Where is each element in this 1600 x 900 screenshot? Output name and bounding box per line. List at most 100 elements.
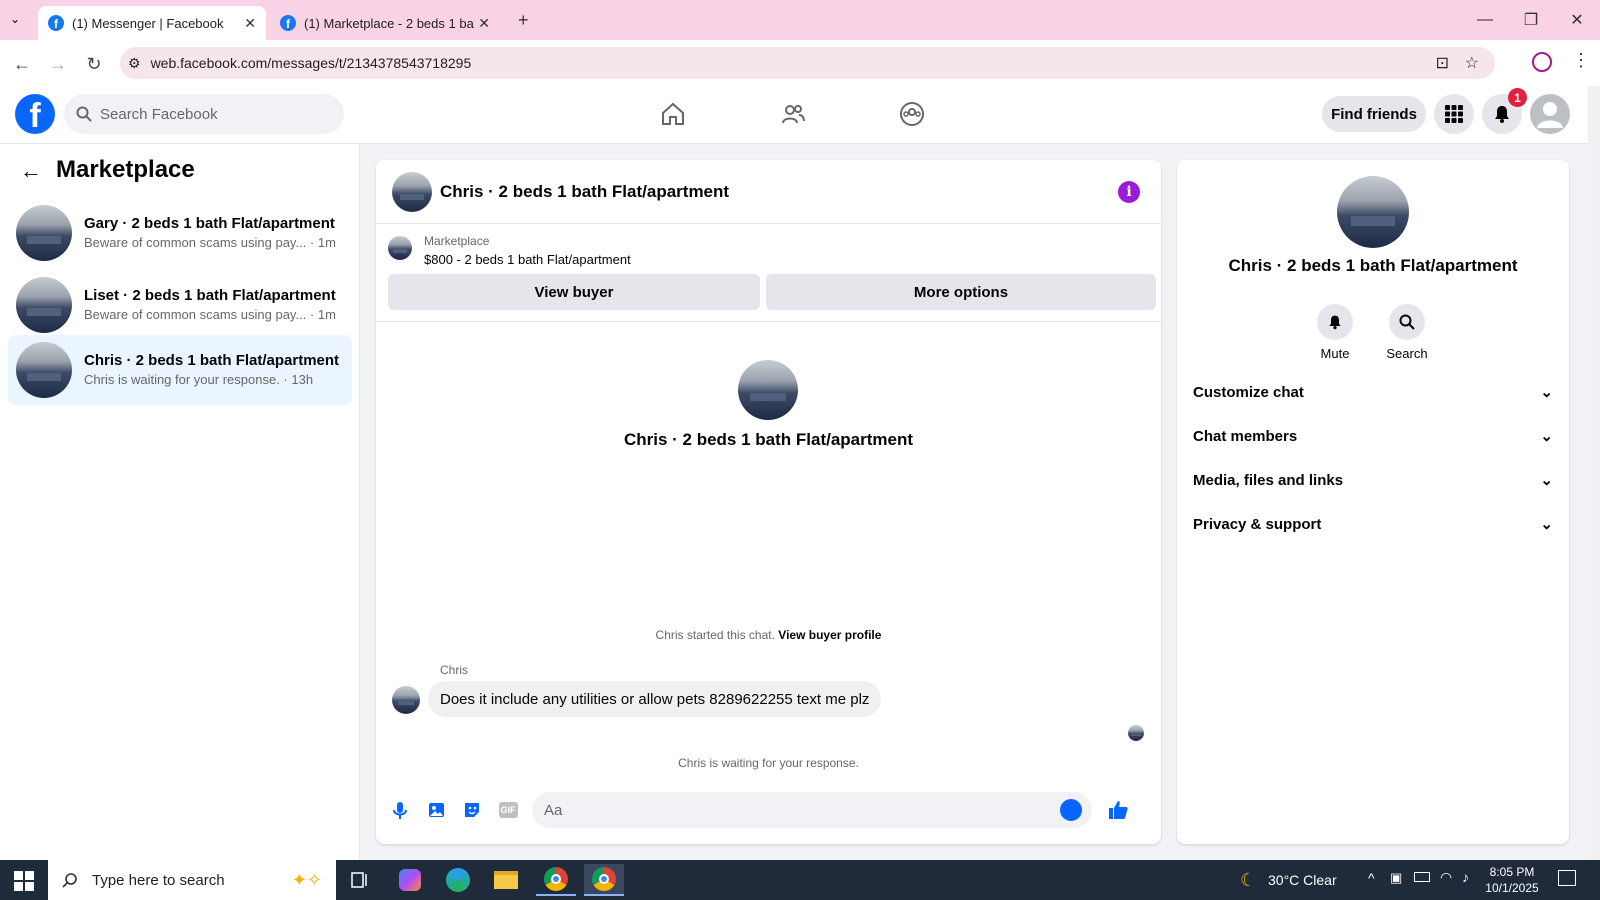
battery-icon[interactable] [1414,872,1430,882]
facebook-favicon-icon: f [48,15,64,31]
listing-thumbnail [16,342,72,398]
reload-icon[interactable]: ↻ [80,50,108,78]
message-composer: GIF Aa [376,780,1161,840]
account-avatar-icon[interactable] [1530,94,1570,134]
chrome-profile-icon[interactable] [584,864,624,896]
weather-text[interactable]: 30°C Clear [1268,872,1337,888]
view-buyer-profile-link[interactable]: View buyer profile [778,628,881,642]
chat-info-icon[interactable]: i [1118,181,1140,203]
close-tab-icon[interactable]: ✕ [244,15,256,32]
volume-icon[interactable]: ♪ [1462,869,1469,885]
chat-profile-image [738,360,798,420]
taskbar-search-placeholder: Type here to search [92,871,225,889]
site-info-icon[interactable]: ⚙ [128,55,141,72]
conversation-item-chris[interactable]: Chris · 2 beds 1 bath Flat/apartment Chr… [8,335,352,405]
tray-chevron-icon[interactable]: ^ [1368,870,1375,886]
new-tab-button[interactable]: + [518,10,529,31]
chevron-down-icon: ⌄ [1540,428,1553,445]
sticker-icon[interactable] [460,798,484,822]
close-window-icon[interactable]: ✕ [1554,0,1600,40]
marketplace-chat-list: ← Marketplace Gary · 2 beds 1 bath Flat/… [0,144,360,860]
media-files-links-section[interactable]: Media, files and links ⌄ [1193,460,1553,500]
wifi-icon[interactable]: ◠ [1440,869,1452,886]
groups-icon[interactable] [892,94,932,134]
friends-icon[interactable] [773,94,813,134]
clock-date: 10/1/2025 [1485,881,1539,895]
forward-icon[interactable]: → [44,50,72,78]
search-in-chat-button[interactable]: Search [1377,304,1437,361]
message-sender: Chris [440,663,469,677]
windows-taskbar: Type here to search ✦✧ ☾ 30°C Clear ^ ▣ … [0,860,1600,900]
close-tab-icon[interactable]: ✕ [478,15,490,32]
listing-thumbnail [16,277,72,333]
sparkle-icon: ✦✧ [291,869,322,890]
bell-icon [1317,304,1353,340]
tab-messenger[interactable]: f (1) Messenger | Facebook ✕ [38,6,266,40]
chevron-down-icon: ⌄ [1540,472,1553,489]
search-icon [76,106,92,122]
minimize-icon[interactable]: — [1462,0,1508,40]
privacy-support-section[interactable]: Privacy & support ⌄ [1193,504,1553,544]
page-scrollbar[interactable] [1588,86,1600,860]
menu-grid-icon[interactable] [1434,94,1474,134]
conversation-name: Liset · 2 beds 1 bath Flat/apartment [84,287,336,304]
search-icon [1389,304,1425,340]
facebook-search-input[interactable]: Search Facebook [64,94,344,134]
task-view-icon[interactable] [340,864,380,896]
tab-search-icon[interactable]: ⌄ [10,12,20,26]
customize-chat-section[interactable]: Customize chat ⌄ [1193,372,1553,412]
notification-center-icon[interactable] [1558,870,1576,886]
chat-center-name: Chris · 2 beds 1 bath Flat/apartment [623,430,914,449]
message-bubble[interactable]: Does it include any utilities or allow p… [428,681,882,717]
listing-price-title[interactable]: $800 - 2 beds 1 bath Flat/apartment [424,252,631,267]
section-label: Media, files and links [1193,471,1344,489]
back-icon[interactable]: ← [8,50,36,78]
clock[interactable]: 8:05 PM 10/1/2025 [1484,864,1540,896]
chat-header: Chris · 2 beds 1 bath Flat/apartment i [376,160,1161,224]
restore-icon[interactable]: ❐ [1508,0,1554,40]
conversation-item-gary[interactable]: Gary · 2 beds 1 bath Flat/apartment Bewa… [8,198,352,268]
url-field[interactable]: ⚙ web.facebook.com/messages/t/2134378543… [120,47,1495,79]
section-label: Privacy & support [1193,515,1322,533]
taskbar-search-input[interactable]: Type here to search ✦✧ [48,860,336,900]
file-explorer-icon[interactable] [486,864,526,896]
chrome-icon[interactable] [536,864,576,896]
conversation-name: Gary · 2 beds 1 bath Flat/apartment [84,215,335,232]
message-input-placeholder: Aa [544,801,563,819]
edge-icon[interactable] [438,864,478,896]
windows-start-icon[interactable] [14,871,34,891]
message-input[interactable]: Aa [532,792,1092,828]
sender-avatar[interactable] [392,686,420,714]
tab-marketplace[interactable]: f (1) Marketplace - 2 beds 1 bath ✕ [270,6,500,40]
tray-camera-icon[interactable]: ▣ [1390,870,1402,886]
gif-icon[interactable]: GIF [496,798,520,822]
marketplace-label: Marketplace [424,234,490,248]
microphone-icon[interactable] [388,798,412,822]
view-buyer-button[interactable]: View buyer [388,274,760,310]
conversation-item-liset[interactable]: Liset · 2 beds 1 bath Flat/apartment Bew… [8,270,352,340]
browser-menu-icon[interactable]: ⋮ [1572,50,1590,71]
profile-icon[interactable] [1532,52,1552,72]
home-icon[interactable] [653,94,693,134]
chat-title[interactable]: Chris · 2 beds 1 bath Flat/apartment [440,182,729,202]
chevron-down-icon: ⌄ [1540,384,1553,401]
panel-title: Marketplace [56,156,195,183]
search-placeholder: Search Facebook [100,105,218,123]
back-arrow-icon[interactable]: ← [20,158,42,184]
conversation-name: Chris · 2 beds 1 bath Flat/apartment [84,352,340,369]
install-app-icon[interactable]: ⊡ [1436,53,1449,73]
more-options-button[interactable]: More options [766,274,1156,310]
thumbs-up-icon[interactable] [1106,798,1130,822]
browser-tab-strip: ⌄ f (1) Messenger | Facebook ✕ f (1) Mar… [0,0,1600,40]
photo-icon[interactable] [424,798,448,822]
chat-members-section[interactable]: Chat members ⌄ [1193,416,1553,456]
mute-button[interactable]: Mute [1305,304,1365,361]
chat-window: Chris · 2 beds 1 bath Flat/apartment i M… [376,160,1161,844]
mute-label: Mute [1320,346,1350,361]
find-friends-button[interactable]: Find friends [1322,96,1426,132]
emoji-icon[interactable] [1060,799,1082,821]
facebook-logo-icon[interactable]: f [15,94,55,134]
bookmark-star-icon[interactable]: ☆ [1465,53,1479,73]
copilot-icon[interactable] [390,864,430,896]
chat-avatar[interactable] [392,172,432,212]
